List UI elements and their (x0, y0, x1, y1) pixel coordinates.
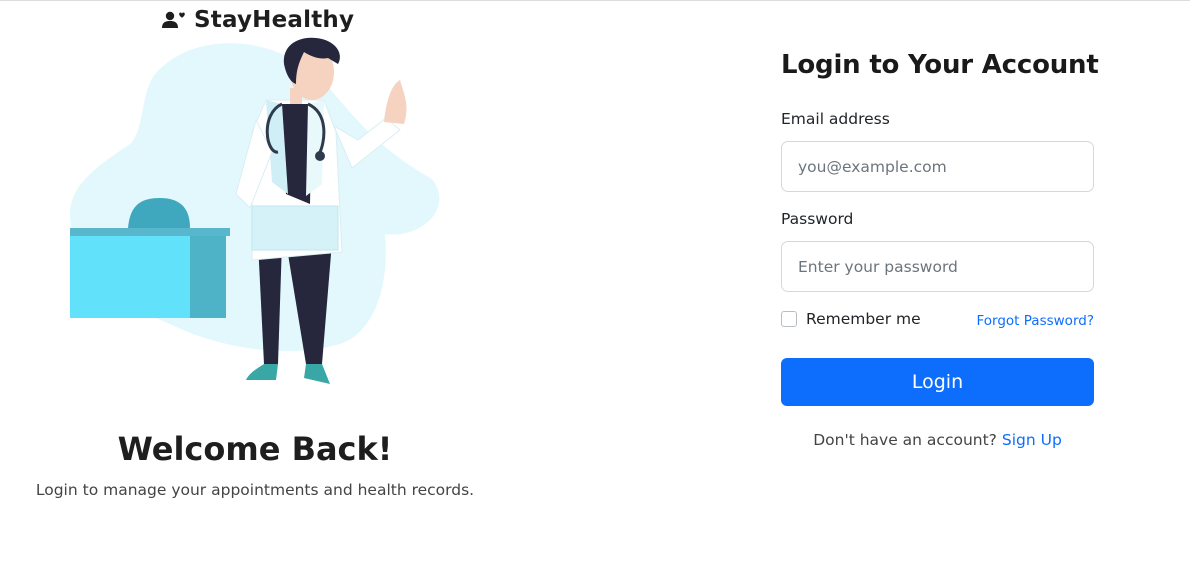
email-label: Email address (781, 110, 890, 128)
welcome-title: Welcome Back! (117, 430, 393, 468)
user-heart-icon (160, 8, 188, 32)
brand-name: StayHealthy (194, 7, 355, 33)
signup-link[interactable]: Sign Up (1002, 431, 1062, 449)
welcome-subtitle: Login to manage your appointments and he… (35, 481, 475, 499)
remember-label: Remember me (806, 310, 921, 328)
forgot-password-link[interactable]: Forgot Password? (977, 313, 1095, 329)
brand[interactable]: StayHealthy (160, 6, 354, 34)
password-label: Password (781, 210, 854, 228)
login-button[interactable]: Login (781, 358, 1094, 406)
top-border (0, 0, 1190, 1)
remember-me[interactable]: Remember me (781, 310, 921, 328)
signup-row: Don't have an account? Sign Up (781, 431, 1094, 449)
form-title: Login to Your Account (781, 50, 1099, 80)
password-input[interactable] (781, 241, 1094, 292)
remember-checkbox[interactable] (781, 311, 797, 327)
email-input[interactable] (781, 141, 1094, 192)
login-form: Login to Your Account Email address Pass… (781, 50, 1099, 449)
doctor-illustration (60, 34, 460, 394)
signup-prompt: Don't have an account? (813, 431, 997, 449)
